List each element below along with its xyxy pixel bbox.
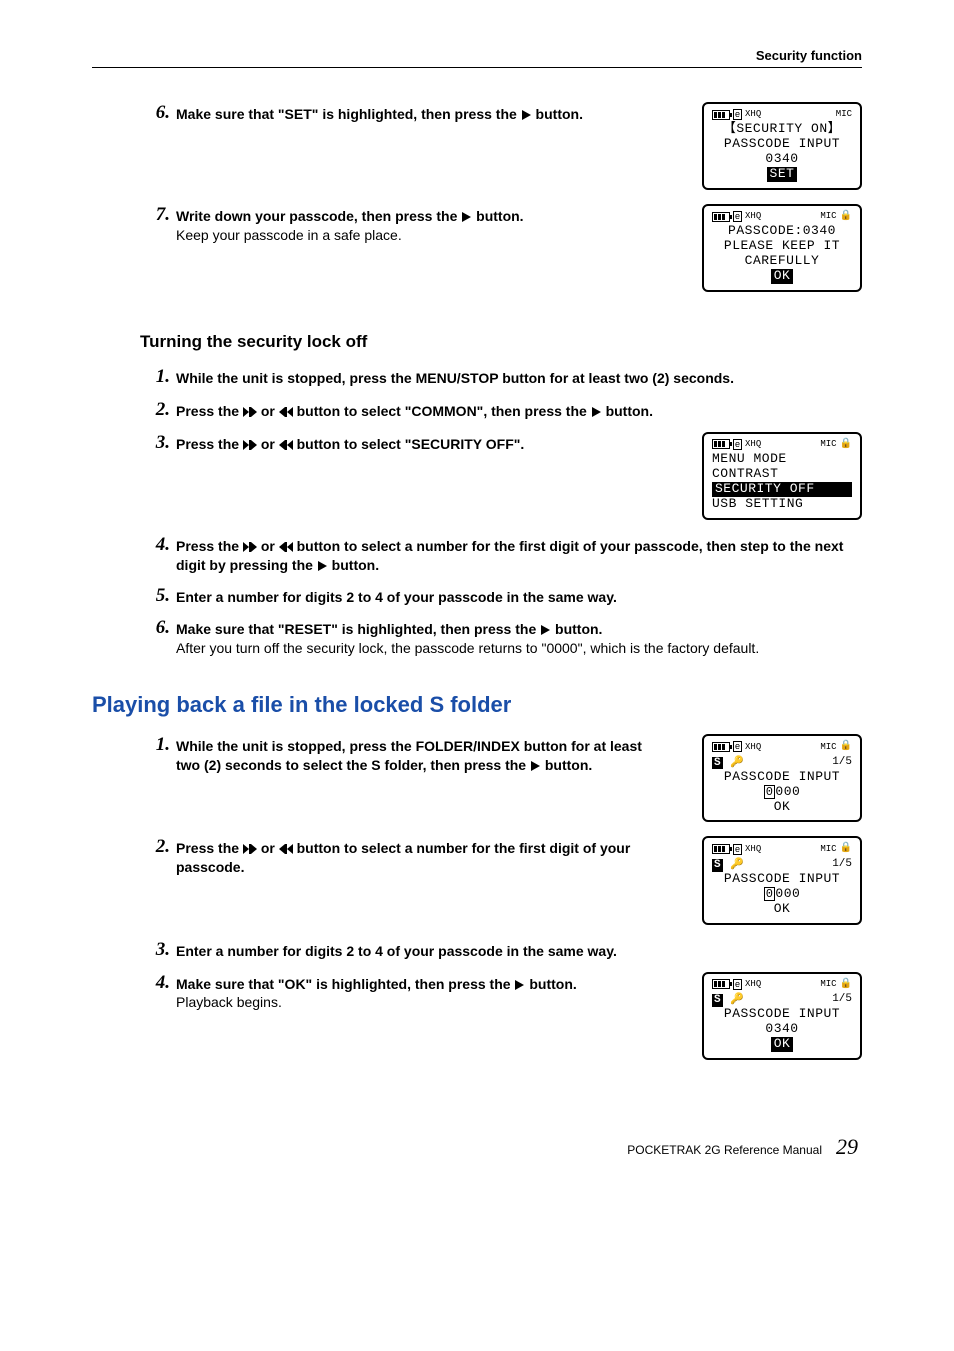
step-play-4: Make sure that "OK" is highlighted, then… [176, 972, 662, 1013]
fast-forward-icon [243, 440, 257, 450]
play-icon [462, 212, 471, 222]
e-icon: e [733, 439, 742, 450]
page-header-title: Security function [756, 48, 862, 63]
device-screen-security-on: e XHQ MIC 【SECURITY ON】 PASSCODE INPUT 0… [702, 102, 862, 190]
key-icon: 🔑 [730, 757, 744, 769]
e-icon: e [733, 109, 742, 120]
page-footer: POCKETRAK 2G Reference Manual 29 [92, 1134, 862, 1160]
step-number: 2. [140, 836, 176, 859]
rewind-icon [279, 542, 293, 552]
e-icon: e [733, 741, 742, 752]
battery-icon [712, 844, 730, 854]
fast-forward-icon [243, 542, 257, 552]
step-off-3: Press the or button to select "SECURITY … [176, 432, 662, 454]
step-off-5: Enter a number for digits 2 to 4 of your… [176, 585, 862, 607]
step-number: 2. [140, 399, 176, 422]
play-icon [592, 407, 601, 417]
rewind-icon [279, 440, 293, 450]
step-6-on-text: Make sure that "SET" is highlighted, the… [176, 102, 662, 124]
device-screen-passcode-input-ok: e XHQ MIC 🔒 S 🔑 1/5 PASSCODE INPUT 0340 … [702, 972, 862, 1060]
step-number: 6. [140, 102, 176, 125]
step-off-2: Press the or button to select "COMMON", … [176, 399, 862, 421]
heading-turn-off: Turning the security lock off [140, 332, 862, 352]
lock-icon: 🔒 [840, 439, 852, 451]
lock-icon: 🔒 [840, 979, 852, 991]
key-icon: 🔑 [730, 859, 744, 871]
step-off-4: Press the or button to select a number f… [176, 534, 862, 575]
device-screen-menu-mode: e XHQ MIC 🔒 MENU MODE CONTRAST SECURITY … [702, 432, 862, 520]
step-number: 3. [140, 939, 176, 962]
rewind-icon [279, 407, 293, 417]
rewind-icon [279, 844, 293, 854]
play-icon [515, 980, 524, 990]
play-icon [541, 625, 550, 635]
key-icon: 🔑 [730, 994, 744, 1006]
battery-icon [712, 742, 730, 752]
step-number: 4. [140, 534, 176, 557]
lock-icon: 🔒 [840, 741, 852, 753]
play-icon [531, 761, 540, 771]
page-number: 29 [836, 1134, 858, 1160]
s-folder-icon: S [712, 859, 723, 872]
fast-forward-icon [243, 844, 257, 854]
step-number: 1. [140, 366, 176, 389]
play-icon [522, 110, 531, 120]
battery-icon [712, 110, 730, 120]
device-screen-passcode-input-2: e XHQ MIC 🔒 S 🔑 1/5 PASSCODE INPUT 0000 … [702, 836, 862, 924]
step-play-1: While the unit is stopped, press the FOL… [176, 734, 662, 775]
step-number: 1. [140, 734, 176, 757]
play-icon [318, 561, 327, 571]
lock-icon: 🔒 [840, 211, 852, 223]
battery-icon [712, 439, 730, 449]
step-off-1: While the unit is stopped, press the MEN… [176, 366, 862, 388]
e-icon: e [733, 211, 742, 222]
step-number: 6. [140, 617, 176, 640]
s-folder-icon: S [712, 757, 723, 770]
step-play-3: Enter a number for digits 2 to 4 of your… [176, 939, 862, 961]
step-number: 4. [140, 972, 176, 995]
e-icon: e [733, 844, 742, 855]
heading-play-s-folder: Playing back a file in the locked S fold… [92, 692, 862, 718]
device-screen-passcode-input-1: e XHQ MIC 🔒 S 🔑 1/5 PASSCODE INPUT 0000 … [702, 734, 862, 822]
battery-icon [712, 212, 730, 222]
device-screen-passcode-keep: e XHQ MIC 🔒 PASSCODE:0340 PLEASE KEEP IT… [702, 204, 862, 292]
step-play-2: Press the or button to select a number f… [176, 836, 662, 877]
s-folder-icon: S [712, 994, 723, 1007]
step-number: 3. [140, 432, 176, 455]
lock-icon: 🔒 [840, 843, 852, 855]
e-icon: e [733, 979, 742, 990]
step-7-on-text: Write down your passcode, then press the… [176, 204, 662, 245]
step-number: 5. [140, 585, 176, 608]
step-off-6: Make sure that "RESET" is highlighted, t… [176, 617, 862, 658]
step-number: 7. [140, 204, 176, 227]
battery-icon [712, 979, 730, 989]
fast-forward-icon [243, 407, 257, 417]
